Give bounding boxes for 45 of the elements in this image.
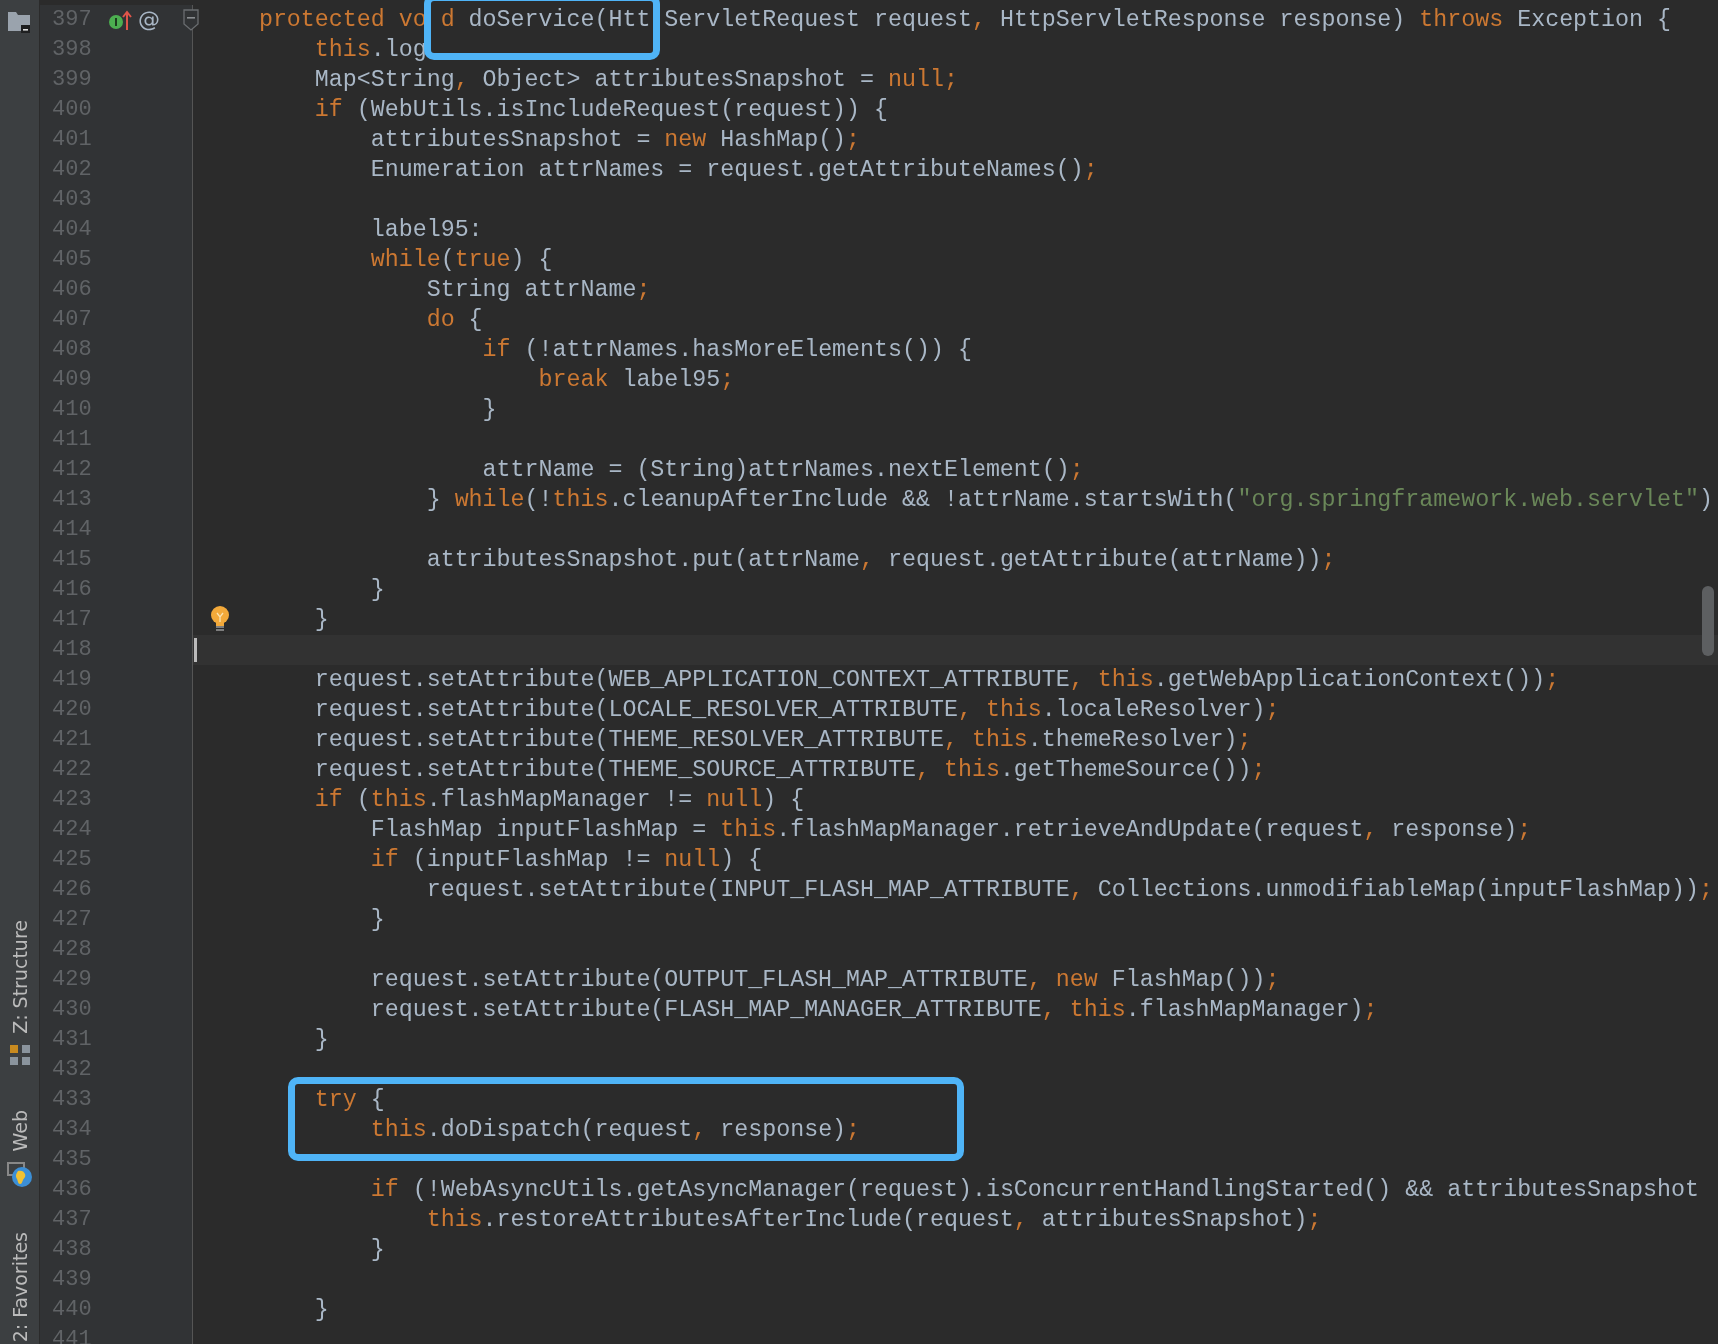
- code-line: String attrName;: [426, 276, 651, 305]
- code-line: request.setAttribute(THEME_SOURCE_ATTRIBUTE, this.getThemeSource());: [314, 756, 1266, 785]
- code-line: do {: [426, 306, 483, 335]
- code-line: this.log: [314, 36, 427, 65]
- code-line: }: [314, 1026, 329, 1055]
- code-line: FlashMap inputFlashMap = this.flashMapManager.retrieveAndUpdate(request, response);: [370, 816, 1532, 845]
- annotation-marker: @: [138, 7, 160, 33]
- code-line: request.setAttribute(OUTPUT_FLASH_MAP_ATTRIBUTE, new FlashMap());: [370, 966, 1280, 995]
- code-line: if (!attrNames.hasMoreElements()) {: [482, 336, 972, 365]
- code-line: }: [370, 906, 385, 935]
- globe-icon: [6, 1161, 33, 1188]
- tool-window-tab[interactable]: Web: [8, 1110, 31, 1152]
- code-line: request.setAttribute(INPUT_FLASH_MAP_ATTRIBUTE, Collections.unmodifiableMap(inputFlashMap));: [426, 876, 1713, 905]
- code-line: Enumeration attrNames = request.getAttributeNames();: [370, 156, 1098, 185]
- scrollbar-thumb[interactable]: [1702, 586, 1714, 656]
- code-line: attributesSnapshot.put(attrName, request.getAttribute(attrName));: [426, 546, 1336, 575]
- code-line: }: [370, 1236, 385, 1265]
- code-line: if (this.flashMapManager != null) {: [314, 786, 805, 815]
- code-line: if (inputFlashMap != null) {: [370, 846, 763, 875]
- lightbulb-icon: [209, 605, 231, 633]
- code-line: break label95;: [538, 366, 735, 395]
- code-line: if (!WebAsyncUtils.getAsyncManager(request).isConcurrentHandlingStarted() && attributesSnapshot: [370, 1176, 1699, 1205]
- implements-marker-icon: [108, 8, 134, 32]
- code-line: }: [314, 1296, 329, 1325]
- tool-window-tab[interactable]: Z: Structure: [8, 920, 31, 1035]
- code-line: }: [482, 396, 497, 425]
- code-line: request.setAttribute(WEB_APPLICATION_CONTEXT_ATTRIBUTE, this.getWebApplicationContext());: [314, 666, 1560, 695]
- code-line: attrName = (String)attrNames.nextElement();: [482, 456, 1084, 485]
- code-line: request.setAttribute(LOCALE_RESOLVER_ATTRIBUTE, this.localeResolver);: [314, 696, 1280, 725]
- code-line: request.setAttribute(FLASH_MAP_MANAGER_ATTRIBUTE, this.flashMapManager);: [370, 996, 1378, 1025]
- code-line: request.setAttribute(THEME_RESOLVER_ATTRIBUTE, this.themeResolver);: [314, 726, 1252, 755]
- code-line: this.doDispatch(request, response);: [370, 1116, 861, 1145]
- code-line: label95:: [370, 216, 483, 245]
- text-caret: [194, 638, 197, 662]
- code-line: this.restoreAttributesAfterInclude(request, attributesSnapshot);: [426, 1206, 1322, 1235]
- tool-window-tab[interactable]: 2: Favorites: [8, 1231, 31, 1342]
- code-line: attributesSnapshot = new HashMap();: [370, 126, 861, 155]
- code-line: while(true) {: [370, 246, 553, 275]
- code-line: }: [314, 606, 329, 635]
- code-line: if (WebUtils.isIncludeRequest(request)) {: [314, 96, 889, 125]
- code-line: Map<String, Object> attributesSnapshot = null;: [314, 66, 958, 95]
- structure-icon: [8, 1044, 31, 1067]
- code-line: }: [370, 576, 385, 605]
- code-line: } while(!this.cleanupAfterInclude && !attrName.startsWith("org.springframework.web.servlet"): [426, 486, 1713, 515]
- code-line: try {: [314, 1086, 385, 1115]
